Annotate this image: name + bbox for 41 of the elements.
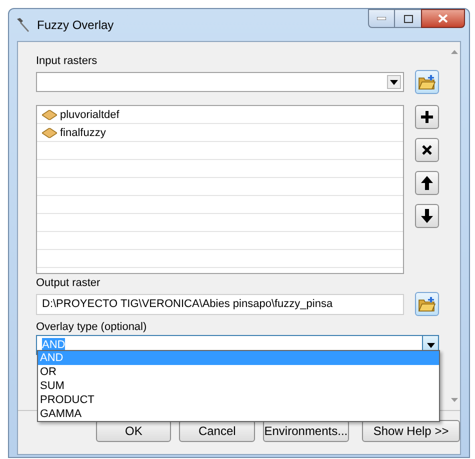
list-item[interactable]: finalfuzzy	[60, 124, 106, 142]
open-folder-button[interactable]	[415, 292, 439, 316]
minimize-button[interactable]	[368, 9, 395, 28]
dropdown-option[interactable]: SUM	[38, 379, 439, 393]
x-icon	[422, 145, 432, 155]
scroll-up-icon	[451, 50, 458, 54]
dropdown-option[interactable]: OR	[38, 365, 439, 379]
scroll-down-icon	[451, 398, 458, 402]
dropdown-option[interactable]: GAMMA	[38, 407, 439, 421]
field-label: Output raster	[36, 276, 102, 290]
field-label: Overlay type (optional)	[36, 320, 148, 334]
caret-icon	[390, 80, 398, 84]
raster-layer-icon	[42, 110, 57, 120]
maximize-button[interactable]	[395, 9, 421, 28]
dialog-button[interactable]: Cancel	[179, 420, 255, 442]
dialog-button[interactable]: Environments...	[262, 420, 350, 442]
field-label: Input rasters	[36, 54, 98, 68]
output-raster-field[interactable]: D:\PROYECTO TIG\VERONICA\Abies pinsapo\fuzzy_pinsa	[36, 294, 404, 314]
list-item[interactable]: pluvorialtdef	[60, 106, 120, 124]
maximize-icon	[404, 14, 412, 22]
folder-icon	[418, 296, 436, 312]
window-title: Fuzzy Overlay	[37, 17, 114, 34]
dialog-button[interactable]: Show Help >>	[362, 420, 460, 442]
dropdown-option[interactable]: PRODUCT	[38, 393, 439, 407]
plus-icon	[421, 111, 433, 123]
hammer-icon	[15, 17, 31, 33]
caret-icon	[426, 342, 434, 348]
add-button[interactable]	[415, 105, 439, 129]
dialog-button[interactable]: OK	[96, 420, 172, 442]
move-down-button[interactable]	[415, 204, 439, 228]
arrow-up-icon	[421, 176, 433, 190]
minimize-icon	[377, 17, 386, 20]
open-folder-button[interactable]	[415, 70, 439, 94]
remove-button[interactable]	[415, 138, 439, 162]
arrow-down-icon	[421, 209, 433, 223]
input-rasters-combobox[interactable]	[36, 72, 404, 92]
folder-icon	[418, 74, 436, 90]
raster-layer-icon	[42, 128, 57, 138]
close-icon	[438, 14, 448, 23]
close-button[interactable]	[421, 9, 465, 28]
move-up-button[interactable]	[415, 171, 439, 195]
